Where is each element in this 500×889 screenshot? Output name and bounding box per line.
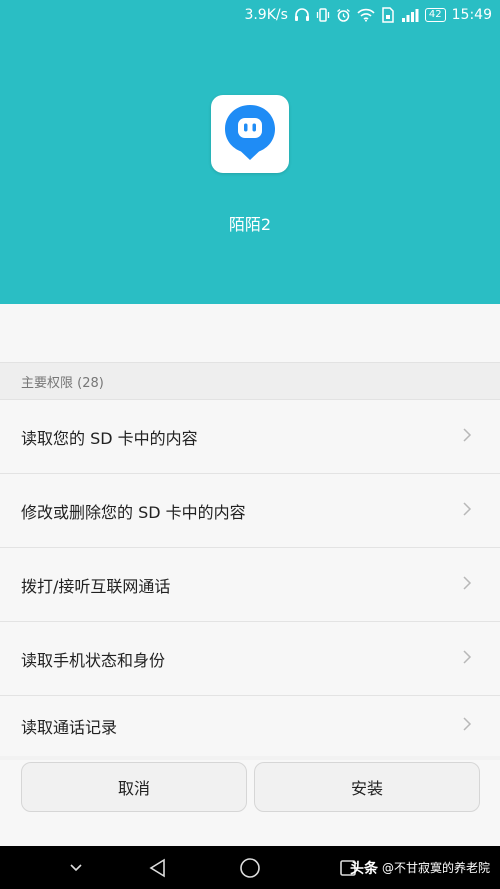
headphones-icon — [294, 8, 310, 22]
app-header: 3.9K/s 42 15:49 陌陌2 — [0, 0, 500, 304]
signal-icon — [401, 8, 419, 22]
home-icon[interactable] — [232, 846, 268, 889]
chevron-down-icon[interactable] — [60, 846, 92, 889]
permission-label: 读取通话记录 — [21, 718, 118, 737]
watermark: 头条 @不甘寂寞的养老院 — [350, 846, 490, 889]
permission-list: 读取您的 SD 卡中的内容 修改或删除您的 SD 卡中的内容 拨打/接听互联网通… — [0, 400, 500, 756]
battery-level: 42 — [428, 9, 442, 20]
permission-item[interactable]: 修改或删除您的 SD 卡中的内容 — [0, 474, 500, 548]
chevron-right-icon — [462, 575, 472, 595]
permission-label: 拨打/接听互联网通话 — [21, 576, 171, 596]
section-title-text: 主要权限 (28) — [21, 375, 104, 391]
app-name: 陌陌2 — [228, 215, 272, 234]
wifi-icon — [357, 8, 375, 22]
watermark-brand: 头条 — [349, 860, 378, 877]
app-icon — [211, 95, 289, 173]
chevron-right-icon — [462, 649, 472, 669]
permission-item[interactable]: 拨打/接听互联网通话 — [0, 548, 500, 622]
permissions-section-title: 主要权限 (28) — [0, 362, 500, 400]
permission-label: 读取手机状态和身份 — [21, 650, 166, 670]
permission-item[interactable]: 读取手机状态和身份 — [0, 622, 500, 696]
alarm-icon — [336, 8, 351, 23]
permission-label: 读取您的 SD 卡中的内容 — [21, 428, 198, 448]
watermark-handle: @不甘寂寞的养老院 — [381, 861, 490, 875]
sim-icon — [381, 7, 395, 23]
cancel-button[interactable]: 取消 — [21, 762, 247, 812]
install-button[interactable]: 安装 — [254, 762, 480, 812]
action-bar: 取消 安装 — [0, 760, 500, 846]
clock: 15:49 — [451, 7, 492, 23]
vibrate-icon — [316, 8, 330, 22]
momo-chat-bubble-icon — [222, 102, 278, 166]
status-bar: 3.9K/s 42 15:49 — [0, 0, 500, 30]
permission-item[interactable]: 读取通话记录 — [0, 696, 500, 756]
chevron-right-icon — [462, 501, 472, 521]
permission-label: 修改或删除您的 SD 卡中的内容 — [21, 502, 246, 522]
chevron-right-icon — [462, 716, 472, 736]
back-icon[interactable] — [140, 846, 176, 889]
network-speed: 3.9K/s — [244, 7, 288, 23]
header-spacer — [0, 304, 500, 362]
chevron-right-icon — [462, 427, 472, 447]
battery-icon: 42 — [424, 8, 446, 22]
permission-item[interactable]: 读取您的 SD 卡中的内容 — [0, 400, 500, 474]
